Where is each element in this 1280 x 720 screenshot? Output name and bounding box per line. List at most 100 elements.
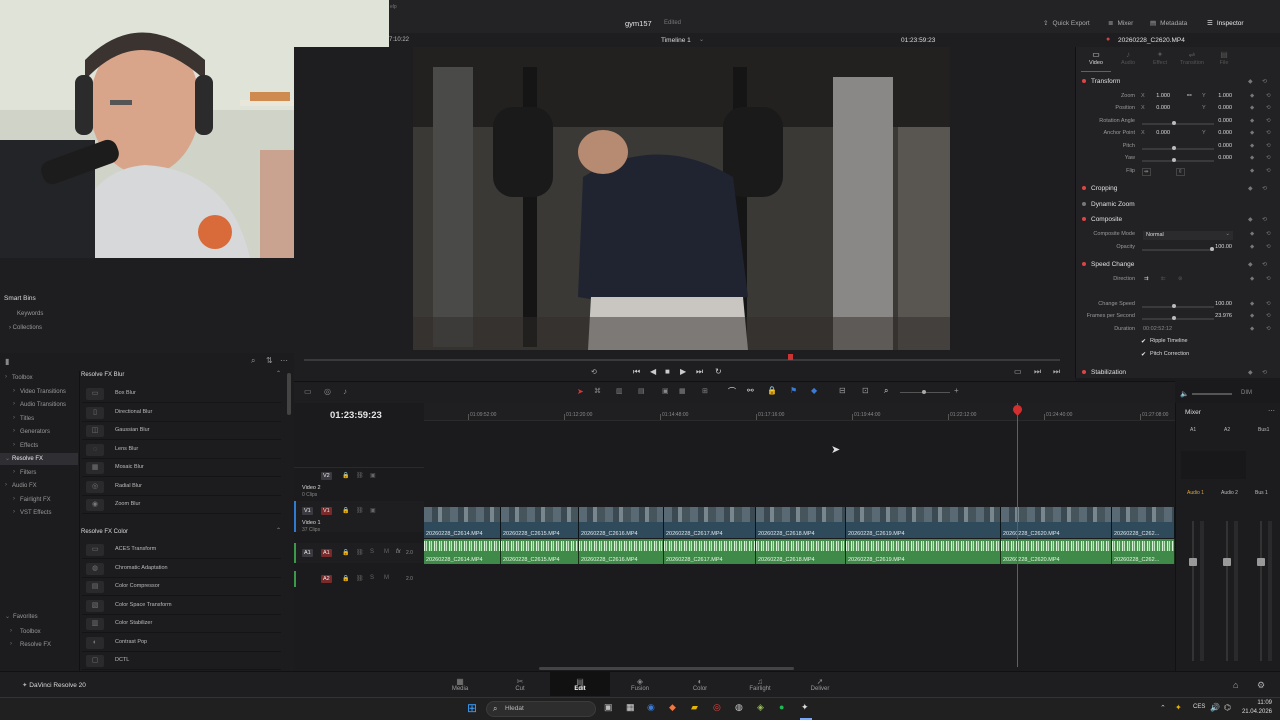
yaw-value[interactable]: 0.000: [1208, 155, 1232, 161]
keyframe-icon[interactable]: ◆: [1250, 276, 1254, 282]
video-clip[interactable]: 20260228_C2619.MP4: [846, 507, 1001, 538]
smart-bins-label[interactable]: Smart Bins: [4, 295, 36, 302]
skip-end-icon[interactable]: ⏭: [696, 367, 703, 377]
zoom-in-icon[interactable]: +: [954, 386, 959, 395]
keyframe-icon[interactable]: ◆: [1250, 313, 1254, 319]
reverse-icon[interactable]: ⇇: [1161, 276, 1166, 282]
mixer-fader-track[interactable]: [1226, 521, 1228, 661]
section-reset-icon[interactable]: ⟲: [1262, 216, 1267, 223]
pitch-slider-knob[interactable]: [1172, 146, 1176, 150]
audio-clip[interactable]: 20260228_C2617.MP4: [664, 539, 756, 564]
fx-item-chromatic-adaptation[interactable]: ◍ Chromatic Adaptation: [82, 560, 281, 578]
change-speed-slider[interactable]: [1142, 304, 1214, 308]
fx-tree-item-video-transitions[interactable]: › Video Transitions: [0, 386, 78, 398]
reset-icon[interactable]: ⟲: [1266, 231, 1271, 237]
zoom-x-value[interactable]: 1.000: [1148, 93, 1170, 99]
fx-item-directional-blur[interactable]: ▯ Directional Blur: [82, 404, 281, 422]
fx-tree-item-vst-effects[interactable]: › VST Effects: [0, 507, 78, 519]
more-options-icon[interactable]: ⋯: [1268, 407, 1275, 415]
taskbar-search[interactable]: ⌕ Hledat: [486, 701, 596, 717]
top-tab-metadata[interactable]: ▤ Metadata: [1150, 19, 1187, 27]
davinci-taskbar-icon[interactable]: ✦: [801, 702, 809, 713]
calendar-app-icon[interactable]: ▦: [626, 702, 635, 713]
frames-per-second-slider-knob[interactable]: [1172, 316, 1176, 320]
video-clip[interactable]: 20260228_C2618.MP4: [756, 507, 846, 538]
track-lock-icon[interactable]: 🔒: [342, 549, 349, 556]
spotify-icon[interactable]: ●: [779, 702, 784, 712]
fx-item-radial-blur[interactable]: ◎ Radial Blur: [82, 478, 281, 496]
track-lock-icon[interactable]: 🔒: [342, 575, 349, 582]
flip-horizontal-icon[interactable]: ⇹: [1142, 168, 1151, 176]
flip-vertical-icon[interactable]: ⇳: [1176, 168, 1185, 176]
track-solo-icon[interactable]: S: [370, 575, 374, 581]
brave-icon[interactable]: ◆: [669, 702, 676, 713]
page-tab-fairlight[interactable]: ♫ Fairlight: [740, 678, 780, 693]
language-indicator[interactable]: CES: [1193, 704, 1205, 710]
fx-item-mosaic-blur[interactable]: ▦ Mosaic Blur: [82, 459, 281, 477]
checkbox-checked-icon[interactable]: ✔: [1141, 338, 1146, 345]
section-reset-icon[interactable]: ⟲: [1262, 78, 1267, 85]
freeze-icon[interactable]: ⊗: [1178, 276, 1183, 282]
page-tab-fusion[interactable]: ◈ Fusion: [620, 678, 660, 693]
enabled-dot[interactable]: [1082, 186, 1086, 191]
anchor-point-y-value[interactable]: 0.000: [1208, 130, 1232, 136]
mixer-fader-track[interactable]: [1260, 521, 1262, 661]
track-fx-label[interactable]: fx: [396, 549, 401, 555]
loop-playback-icon[interactable]: ↻: [715, 367, 722, 376]
settings-gear-icon[interactable]: ⚙: [1257, 680, 1265, 691]
messenger-icon[interactable]: ◈: [757, 702, 764, 713]
fx-item-color-compressor[interactable]: ▤ Color Compressor: [82, 578, 281, 596]
rotation-slider-knob[interactable]: [1172, 121, 1176, 125]
section-reset-icon[interactable]: ⟲: [1262, 369, 1267, 376]
reset-icon[interactable]: ⟲: [1266, 313, 1271, 319]
position-x-value[interactable]: 0.000: [1148, 105, 1170, 111]
stabilization-header[interactable]: Stabilization: [1082, 369, 1126, 376]
pitch-correction-row[interactable]: ✔ Pitch Correction: [1080, 351, 1275, 362]
link-icon[interactable]: ⚯: [1187, 93, 1192, 99]
audio-clip[interactable]: 20260228_C2615.MP4: [501, 539, 579, 564]
audio-clip[interactable]: 20260228_C2616.MP4: [579, 539, 664, 564]
timeline[interactable]: 01:23:59:23 01:09:52:00 01:12:20:00 01:14:…: [294, 403, 1175, 671]
pitch-value[interactable]: 0.000: [1208, 143, 1232, 149]
track-mute-icon[interactable]: M: [384, 575, 389, 581]
overwrite-icon[interactable]: ▣: [662, 387, 669, 395]
play-reverse-icon[interactable]: ◀: [650, 367, 656, 376]
change-speed-slider-knob[interactable]: [1172, 304, 1176, 308]
enabled-dot[interactable]: [1082, 262, 1086, 267]
audio-clip[interactable]: 20260228_C262...: [1112, 539, 1175, 564]
composite-header[interactable]: Composite: [1082, 216, 1122, 223]
keyframe-icon[interactable]: ◆: [1250, 244, 1254, 250]
blade-icon[interactable]: ▥: [616, 387, 623, 395]
reset-icon[interactable]: ⟲: [1266, 130, 1271, 136]
file-explorer-icon[interactable]: ▰: [691, 702, 698, 713]
fx-item-aces-transform[interactable]: ▭ ACES Transform: [82, 541, 281, 559]
selection-tool-icon[interactable]: ➤: [577, 387, 584, 396]
page-tab-cut[interactable]: ✂ Cut: [500, 678, 540, 693]
home-icon[interactable]: ⌂: [1233, 680, 1238, 690]
fx-scrollbar[interactable]: [287, 373, 291, 415]
view-options-icon[interactable]: ◎: [324, 387, 331, 396]
enabled-dot[interactable]: [1082, 370, 1086, 375]
fx-tree-item-effects[interactable]: › Effects: [0, 440, 78, 452]
playhead-line[interactable]: [1017, 403, 1018, 667]
section-keyframe-icon[interactable]: ◆: [1248, 78, 1253, 85]
stop-icon[interactable]: ■: [665, 367, 670, 376]
mixer-fader-track[interactable]: [1192, 521, 1194, 661]
page-tab-edit[interactable]: ▤ Edit: [550, 672, 610, 696]
timeline-timecode[interactable]: 01:23:59:23: [330, 410, 382, 421]
video-clip[interactable]: 20260228_C2615.MP4: [501, 507, 579, 538]
keyframe-icon[interactable]: ◆: [1250, 118, 1254, 124]
inspector-tab-file[interactable]: ▤ File: [1209, 50, 1239, 66]
track-film-icon[interactable]: ▣: [370, 507, 376, 514]
volume-slider[interactable]: [1192, 393, 1232, 395]
rotation-slider[interactable]: [1142, 121, 1214, 125]
section-keyframe-icon[interactable]: ◆: [1248, 216, 1253, 223]
more-options-icon[interactable]: ⋯: [280, 356, 288, 365]
fx-item-color-space-transform[interactable]: ▧ Color Space Transform: [82, 597, 281, 615]
snapping-icon[interactable]: ⌒: [728, 386, 736, 397]
fx-tree-item-titles[interactable]: › Titles: [0, 413, 78, 425]
reset-icon[interactable]: ⟲: [1266, 105, 1271, 111]
fx-tree-item-filters[interactable]: › Filters: [0, 467, 78, 479]
volume-icon[interactable]: 🔊: [1210, 703, 1220, 712]
favorite-item[interactable]: › Resolve FX: [0, 639, 78, 651]
